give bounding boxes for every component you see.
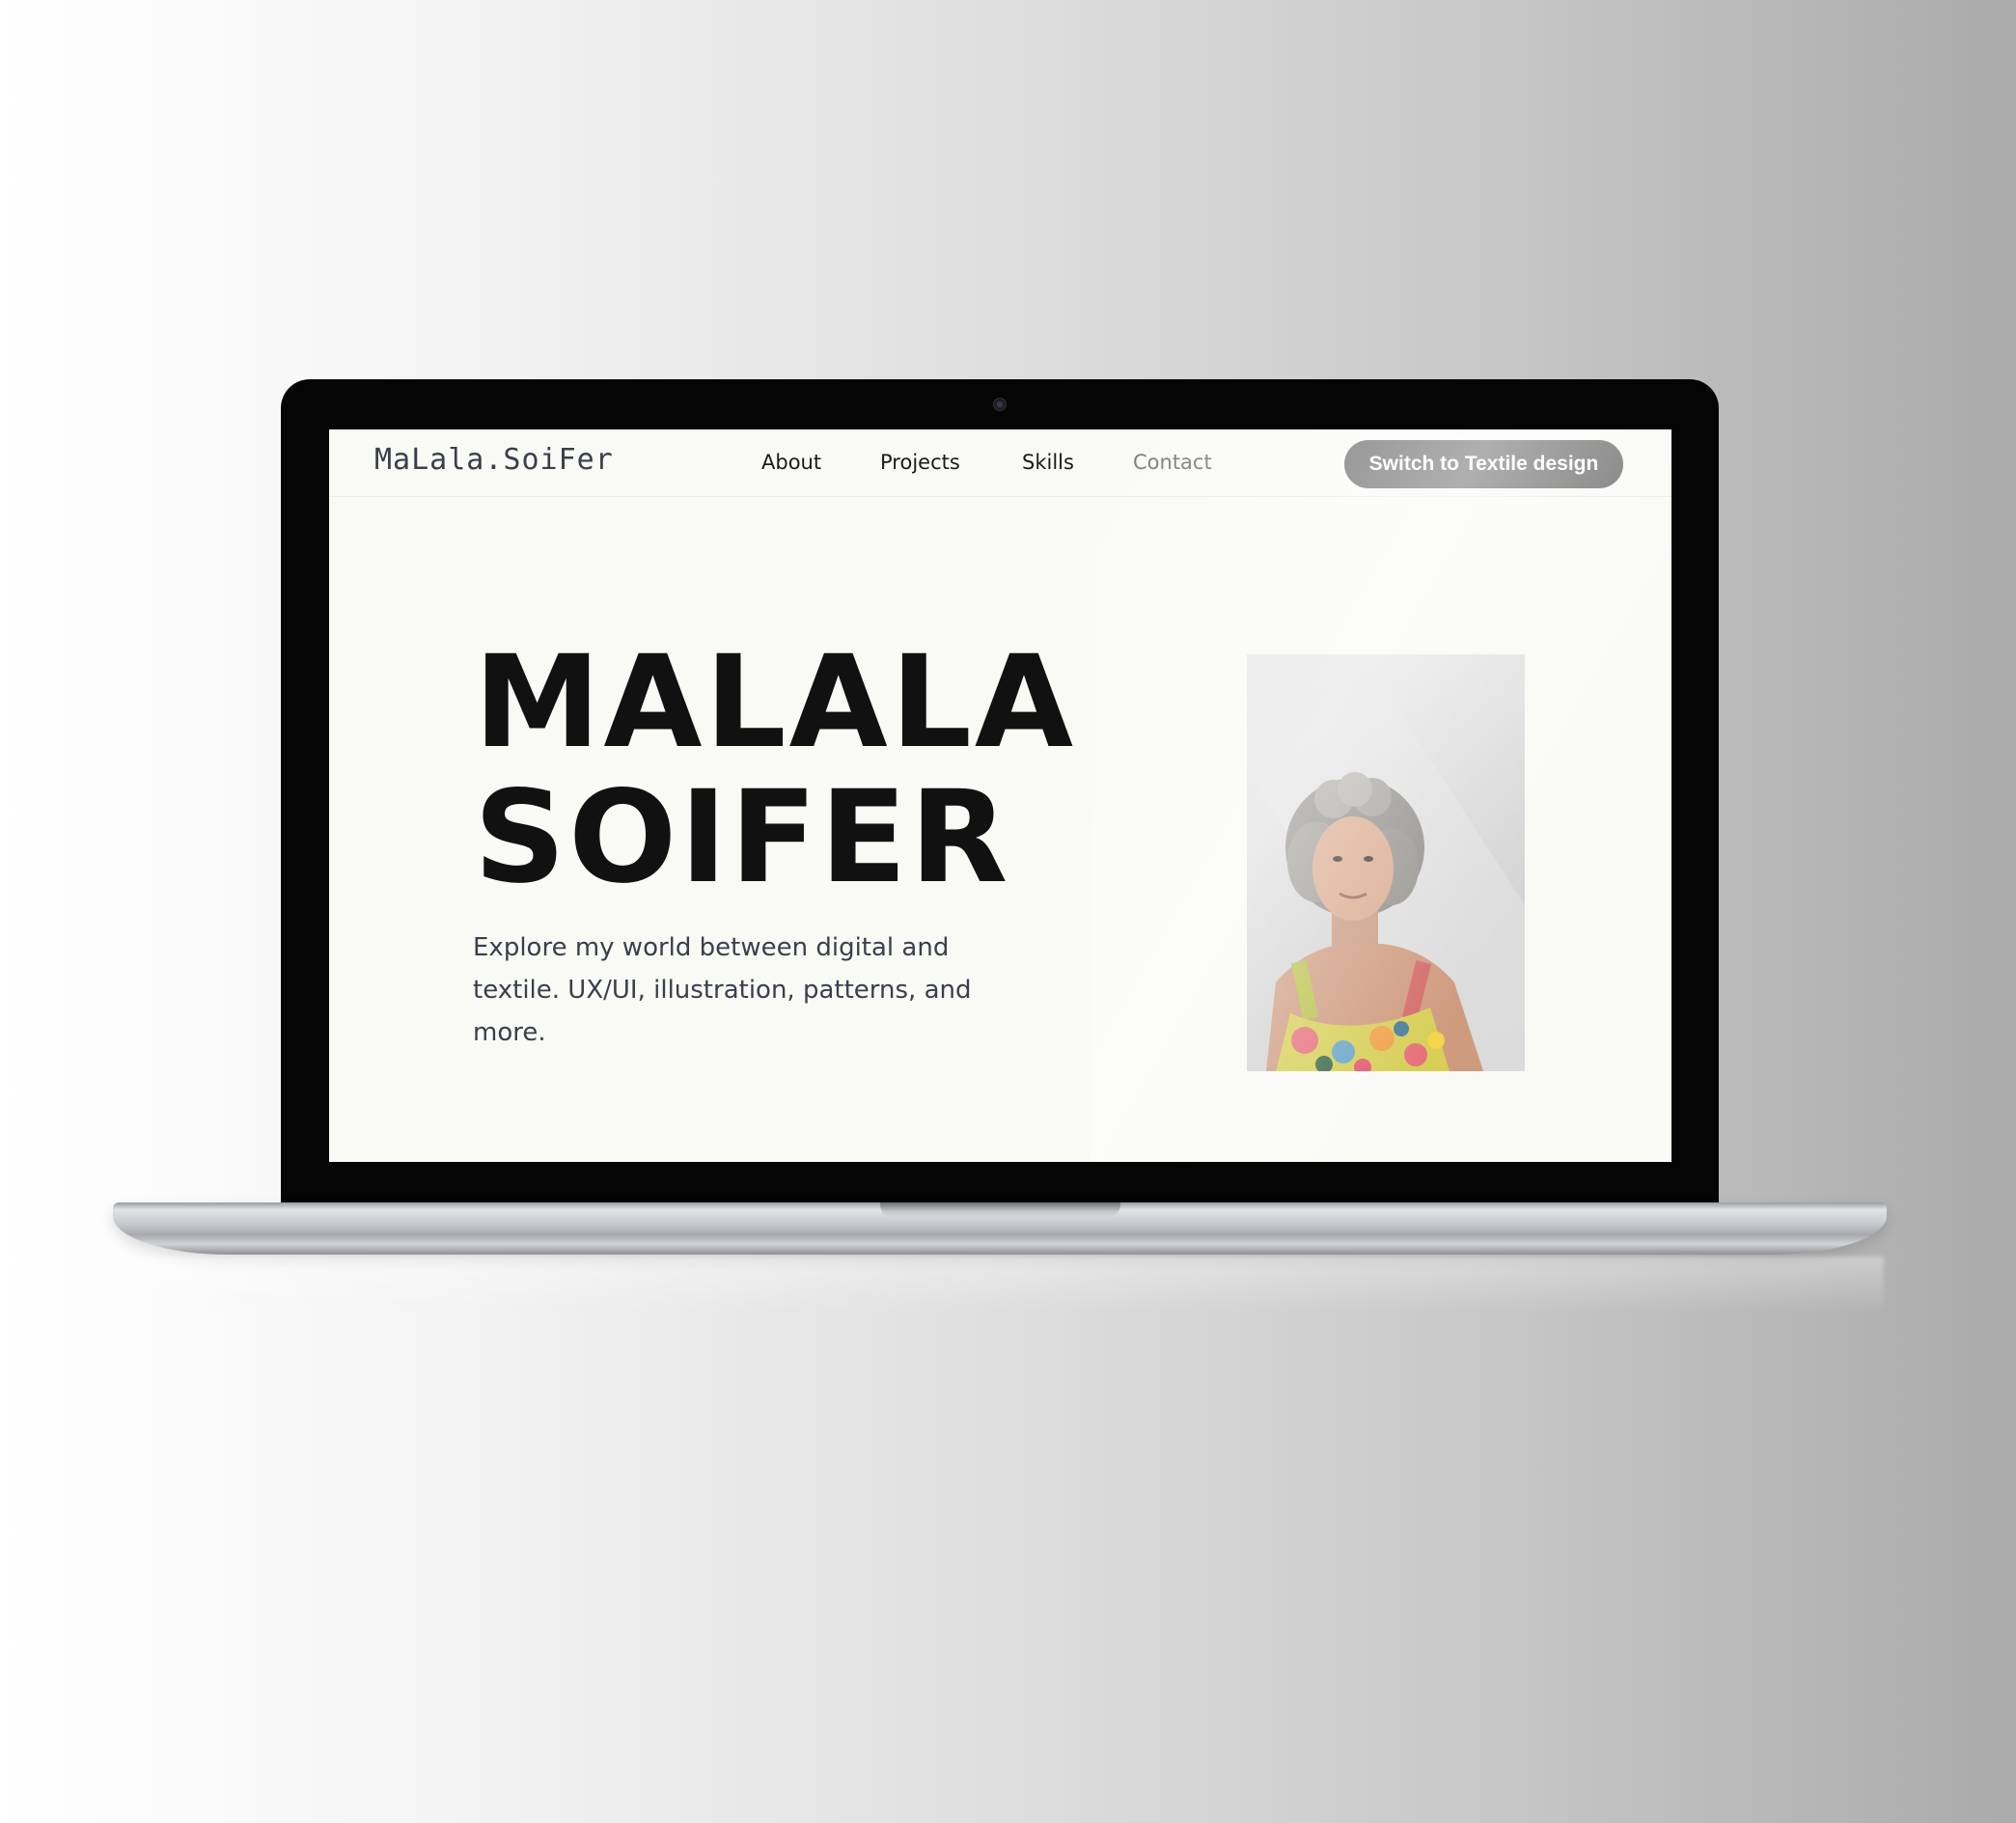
hero-tagline: Explore my world between digital and tex…: [473, 933, 972, 1047]
nav-skills[interactable]: Skills: [1022, 451, 1074, 474]
nav-projects[interactable]: Projects: [880, 451, 960, 474]
site-logo[interactable]: MaLala.SoiFer: [374, 443, 614, 477]
browser-viewport: MaLala.SoiFer About Projects Skills Cont…: [329, 429, 1671, 1162]
portrait-illustration: [1247, 654, 1525, 1071]
site-header: MaLala.SoiFer About Projects Skills Cont…: [329, 429, 1671, 497]
hero-title-last-name: SOIFER: [474, 763, 1011, 912]
switch-textile-button[interactable]: Switch to Textile design: [1344, 440, 1623, 488]
nav-about[interactable]: About: [761, 451, 821, 474]
portrait-photo: [1247, 654, 1525, 1071]
nav-contact[interactable]: Contact: [1133, 451, 1212, 474]
hero-title-first-name: MALALA: [474, 628, 1077, 777]
webcam-icon: [993, 398, 1007, 411]
laptop-reflection: [116, 1257, 1884, 1314]
laptop-opening-notch: [880, 1202, 1120, 1218]
